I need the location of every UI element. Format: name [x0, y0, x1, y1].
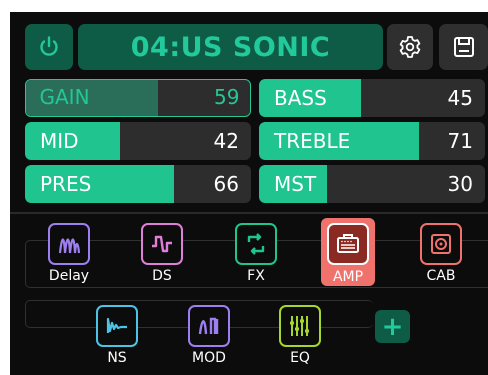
equalizer-sliders-icon — [279, 305, 321, 347]
param-mid[interactable]: MID 42 — [25, 122, 251, 160]
param-label: PRES — [40, 172, 92, 196]
param-label: GAIN — [39, 85, 90, 109]
module-ns[interactable]: NS — [82, 305, 152, 366]
module-cab[interactable]: CAB — [406, 223, 476, 284]
distortion-wave-icon — [141, 223, 183, 265]
settings-button[interactable] — [387, 24, 433, 70]
module-eq[interactable]: EQ — [265, 305, 335, 366]
param-label: MST — [274, 172, 317, 196]
param-value: 45 — [447, 86, 473, 110]
param-bass[interactable]: BASS 45 — [259, 79, 485, 117]
param-label: MID — [40, 129, 79, 153]
preset-name[interactable]: 04:US SONIC — [78, 24, 383, 70]
param-treble[interactable]: TREBLE 71 — [259, 122, 485, 160]
param-mst[interactable]: MST 30 — [259, 165, 485, 203]
module-delay[interactable]: Delay — [34, 223, 104, 284]
module-label: CAB — [426, 268, 456, 284]
param-label: TREBLE — [274, 129, 351, 153]
speaker-cabinet-icon — [420, 223, 462, 265]
param-pres[interactable]: PRES 66 — [25, 165, 251, 203]
floppy-disk-icon — [453, 37, 474, 57]
param-label: BASS — [274, 86, 327, 110]
module-label: EQ — [290, 350, 310, 366]
modulation-wave-icon — [188, 305, 230, 347]
param-value: 66 — [213, 172, 239, 196]
power-button[interactable] — [25, 24, 73, 70]
pedal-editor-screen: 04:US SONIC GAIN 59 BASS 45 MID 42 TREBL… — [10, 12, 488, 375]
module-ds[interactable]: DS — [127, 223, 197, 284]
param-value: 30 — [447, 172, 473, 196]
param-gain[interactable]: GAIN 59 — [25, 79, 251, 117]
amplifier-icon — [327, 223, 369, 265]
module-label: NS — [107, 350, 127, 366]
module-label: MOD — [192, 350, 226, 366]
module-mod[interactable]: MOD — [174, 305, 244, 366]
power-icon — [40, 36, 58, 56]
add-module-button[interactable]: + — [375, 310, 410, 343]
module-label: DS — [152, 268, 172, 284]
gear-icon — [399, 36, 421, 58]
section-divider — [10, 212, 488, 214]
param-value: 59 — [214, 85, 240, 109]
noise-suppressor-icon — [96, 305, 138, 347]
save-button[interactable] — [439, 24, 488, 70]
module-label: Delay — [48, 268, 90, 284]
delay-wave-icon — [48, 223, 90, 265]
loop-arrows-icon — [235, 223, 277, 265]
module-fx[interactable]: FX — [221, 223, 291, 284]
active-module-highlight: AMP — [321, 218, 375, 286]
param-value: 42 — [213, 129, 239, 153]
module-label: AMP — [332, 269, 364, 285]
module-amp[interactable]: AMP — [313, 218, 383, 286]
param-value: 71 — [447, 129, 473, 153]
module-label: FX — [247, 268, 265, 284]
